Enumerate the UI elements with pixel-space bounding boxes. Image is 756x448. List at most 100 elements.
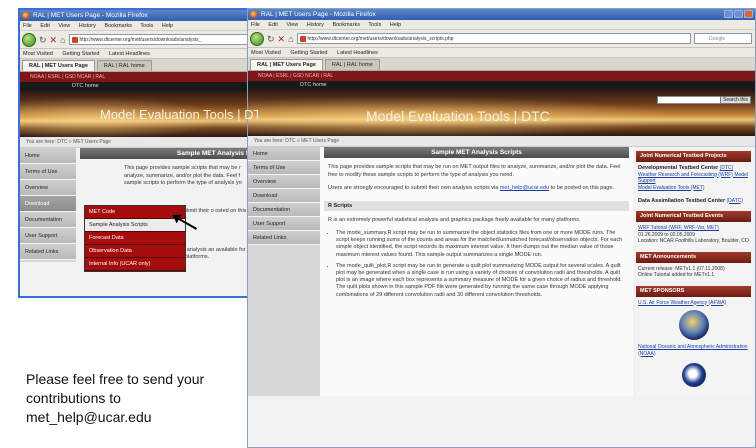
sidebar-heading-events: Joint Numerical Testbed Events [636,211,751,222]
navigation-toolbar: ↻ ✕ ⌂ http://www.dtcenter.org/met/users/… [248,30,755,48]
menu-edit[interactable]: Edit [40,23,49,29]
r-description: R is an extremely powerful statistical a… [328,216,581,223]
url-bar[interactable]: http://www.dtcenter.org/met/users/downlo… [296,33,691,44]
announcement-tutorial: Online Tutorial added for METv1.1. [638,272,716,278]
bookmark-getting-started[interactable]: Getting Started [290,50,327,56]
menu-tools[interactable]: Tools [368,22,381,28]
bookmark-latest-headlines[interactable]: Latest Headlines [337,50,378,56]
nav-home[interactable]: Home [248,147,320,161]
event-location: Location: NCAR Foothills Laboratory, Bou… [638,238,749,244]
left-nav: Home Terms of Use Overview Download Docu… [20,148,76,262]
maximize-button[interactable] [734,10,743,18]
menu-help[interactable]: Help [390,22,401,28]
site-top-nav[interactable]: NOAA | ESRL | GSD NCAR | RAL [248,71,755,81]
menu-help[interactable]: Help [162,23,173,29]
bookmark-getting-started[interactable]: Getting Started [62,51,99,57]
menu-file[interactable]: File [23,23,32,29]
afwa-emblem-icon [678,310,709,340]
menu-item-observation-data[interactable]: Observation Data [85,245,185,258]
email-link[interactable]: met_help@ucar.edu [500,185,549,191]
tab-strip: RAL | MET Users Page RAL | RAL home [248,58,755,71]
site-sub-nav[interactable]: DTC home [20,82,258,91]
reload-icon[interactable]: ↻ [267,32,275,46]
nav-download[interactable]: Download [20,196,76,212]
nav-user-support[interactable]: User Support [20,228,76,244]
nav-terms[interactable]: Terms of Use [20,164,76,180]
nav-documentation[interactable]: Documentation [248,203,320,217]
page-content: Home Terms of Use Overview Download Docu… [248,147,755,396]
site-search-button[interactable]: Search this [719,96,751,104]
tab-met-users[interactable]: RAL | MET Users Page [22,60,95,71]
link-wrf[interactable]: Weather Research and Forecasting (WRF) M… [638,172,749,185]
site-sub-nav[interactable]: DTC home [248,81,755,90]
browser-window-large: RAL | MET Users Page - Mozilla Firefox F… [247,8,756,448]
menu-bookmarks[interactable]: Bookmarks [104,23,132,29]
link-noaa[interactable]: National Oceanic and Atmospheric Adminis… [638,344,749,357]
firefox-icon [250,11,258,18]
bullet2-text: The mode_quilt_plot.R script may be run … [336,262,622,284]
home-icon[interactable]: ⌂ [288,32,293,46]
site-search-input[interactable] [657,96,729,104]
url-bar[interactable]: http://www.dtcenter.org/met/users/downlo… [68,34,258,45]
window-title: RAL | MET Users Page - Mozilla Firefox [261,11,376,18]
projects-box: Developmental Testbed Center (DTC) Weath… [636,162,751,207]
main-content: Sample MET Analysis Scripts This page pr… [320,147,633,396]
bookmark-latest-headlines[interactable]: Latest Headlines [109,51,150,57]
menu-history[interactable]: History [307,22,324,28]
dtc-abbr-link[interactable]: (DTC) [720,165,734,171]
reload-icon[interactable]: ↻ [39,33,47,47]
window-titlebar: RAL | MET Users Page - Mozilla Firefox [20,10,258,21]
close-button[interactable] [744,10,753,18]
nav-related-links[interactable]: Related Links [20,244,76,260]
link-afwa[interactable]: U.S. Air Force Weather Agency (AFWA) [638,300,749,307]
bookmark-most-visited[interactable]: Most Visited [251,50,281,56]
menu-view[interactable]: View [58,23,70,29]
menu-view[interactable]: View [286,22,298,28]
banner-title-suffix: | DTC [513,108,550,124]
nav-user-support[interactable]: User Support [248,217,320,231]
nav-overview[interactable]: Overview [20,180,76,196]
stop-icon[interactable]: ✕ [278,32,286,46]
dtc-title: Developmental Testbed Center [638,165,719,171]
noaa-emblem-icon [681,363,706,387]
banner-title-text: Model Evaluation Tools [366,108,510,124]
menu-history[interactable]: History [79,23,96,29]
minimize-button[interactable] [724,10,733,18]
datc-abbr-link[interactable]: (DATC) [727,198,744,204]
bookmark-most-visited[interactable]: Most Visited [23,51,53,57]
back-button[interactable] [250,31,264,46]
nav-documentation[interactable]: Documentation [20,212,76,228]
menu-tools[interactable]: Tools [140,23,153,29]
nav-home[interactable]: Home [20,148,76,164]
search-input[interactable]: Google [694,33,752,44]
site-top-nav[interactable]: NOAA | ESRL | GSD NCAR | RAL [20,72,258,82]
banner-title: Model Evaluation Tools | DTC [366,108,550,124]
bullet2b-text: The quilt plots shown in this sample PDF… [336,284,609,298]
announcement-release: Current release: METv1.1 (07.11.2008) [638,265,725,272]
tab-ral-home[interactable]: RAL | RAL home [324,59,380,70]
link-met[interactable]: Model Evaluation Tools (MET) [638,185,749,192]
site-banner: Model Evaluation Tools | DTC Search this [248,90,755,136]
site-banner: Model Evaluation Tools | DTC [20,91,258,137]
tab-ral-home[interactable]: RAL | RAL home [96,60,152,71]
window-title: RAL | MET Users Page - Mozilla Firefox [33,12,148,19]
menu-bookmarks[interactable]: Bookmarks [332,22,360,28]
menu-item-internal-info[interactable]: Internal Info (UCAR only) [85,258,185,271]
nav-terms[interactable]: Terms of Use [248,161,320,175]
nav-download[interactable]: Download [248,189,320,203]
nav-related-links[interactable]: Related Links [248,231,320,245]
home-icon[interactable]: ⌂ [60,33,65,47]
submit-text: Users are strongly encouraged to submit … [328,185,499,191]
tab-strip: RAL | MET Users Page RAL | RAL home [20,59,258,72]
banner-title-text: Model Evaluation Tools [100,107,234,122]
nav-overview[interactable]: Overview [248,175,320,189]
back-button[interactable] [22,32,36,47]
menu-item-forecast-data[interactable]: Forecast Data [85,232,185,245]
menu-item-sample-analysis-scripts[interactable]: Sample Analysis Scripts [85,219,185,232]
sponsors-box: U.S. Air Force Weather Agency (AFWA) Nat… [636,296,751,396]
intro-paragraph: This page provides sample scripts that m… [124,165,242,186]
menu-edit[interactable]: Edit [268,22,277,28]
stop-icon[interactable]: ✕ [50,33,58,47]
menu-file[interactable]: File [251,22,260,28]
tab-met-users[interactable]: RAL | MET Users Page [250,59,323,70]
